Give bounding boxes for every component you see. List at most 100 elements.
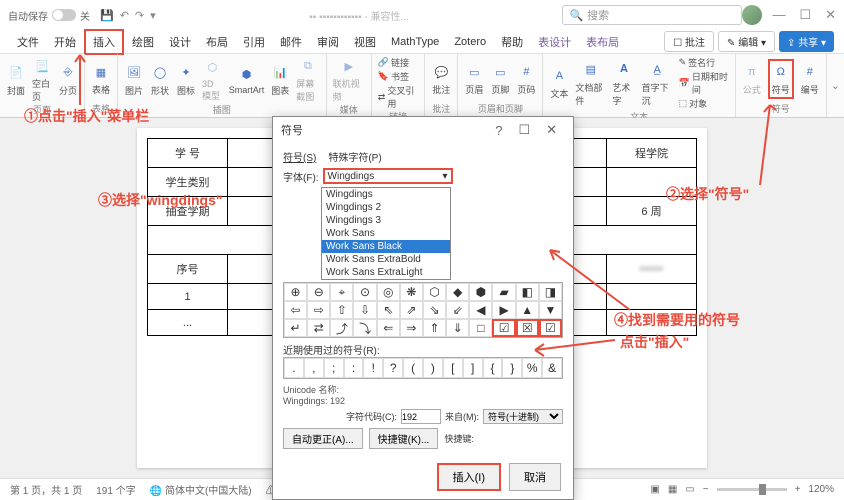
pictures-button[interactable]: 🖼图片 bbox=[124, 63, 144, 97]
font-option[interactable]: Wingdings 3 bbox=[322, 214, 450, 227]
menu-layout[interactable]: 布局 bbox=[199, 31, 235, 53]
recent-symbol[interactable]: ? bbox=[383, 358, 403, 378]
font-option[interactable]: Work Sans bbox=[322, 227, 450, 240]
shapes-button[interactable]: ◯形状 bbox=[150, 63, 170, 97]
symbol-cell[interactable]: ↵ bbox=[284, 319, 307, 337]
symbol-cell[interactable]: ⇩ bbox=[353, 301, 376, 319]
avatar[interactable] bbox=[742, 5, 762, 25]
symbol-cell[interactable]: ◎ bbox=[377, 283, 400, 301]
from-select[interactable]: 符号(十进制) bbox=[483, 409, 563, 424]
tab-special[interactable]: 特殊字符(P) bbox=[328, 149, 381, 164]
menu-view[interactable]: 视图 bbox=[347, 31, 383, 53]
page-count[interactable]: 第 1 页，共 1 页 bbox=[10, 482, 82, 497]
recent-symbol[interactable]: : bbox=[344, 358, 364, 378]
font-option[interactable]: Wingdings bbox=[322, 188, 450, 201]
symbol-cell[interactable]: ◀ bbox=[469, 301, 492, 319]
symbol-cell[interactable]: ⇨ bbox=[307, 301, 330, 319]
datetime-button[interactable]: 📅 日期和时间 bbox=[679, 70, 729, 96]
crossref-button[interactable]: ⇄ 交叉引用 bbox=[378, 84, 419, 110]
symbol-cell[interactable]: ⬢ bbox=[469, 283, 492, 301]
menu-mailings[interactable]: 邮件 bbox=[273, 31, 309, 53]
recent-symbol[interactable]: & bbox=[542, 358, 562, 378]
menu-tablelayout[interactable]: 表布局 bbox=[579, 31, 626, 53]
comments-button[interactable]: ☐ 批注 bbox=[664, 31, 714, 52]
zoom-in-icon[interactable]: + bbox=[795, 484, 801, 495]
minimize-icon[interactable]: — bbox=[772, 7, 785, 23]
recent-symbol[interactable]: ; bbox=[324, 358, 344, 378]
recent-symbol[interactable]: ] bbox=[463, 358, 483, 378]
symbol-cell[interactable]: ⇓ bbox=[446, 319, 469, 337]
comment-button[interactable]: 💬批注 bbox=[431, 62, 451, 96]
symbol-cell[interactable]: ⇦ bbox=[284, 301, 307, 319]
font-option[interactable]: Wingdings 2 bbox=[322, 201, 450, 214]
symbol-cell[interactable]: ⤵ bbox=[353, 319, 376, 337]
menu-mathtype[interactable]: MathType bbox=[384, 33, 446, 51]
zoom-slider[interactable] bbox=[717, 488, 787, 491]
symbol-cell[interactable]: ▶ bbox=[492, 301, 515, 319]
close-dialog-icon[interactable]: ✕ bbox=[538, 122, 565, 138]
shortcutkey-button[interactable]: 快捷键(K)... bbox=[369, 428, 439, 449]
number-button[interactable]: #编号 bbox=[800, 62, 820, 96]
zoom-out-icon[interactable]: − bbox=[703, 484, 709, 495]
symbol-cell-check[interactable]: ☑ bbox=[492, 319, 515, 337]
symbol-cell[interactable]: ⇧ bbox=[330, 301, 353, 319]
symbol-cell[interactable]: ⇘ bbox=[423, 301, 446, 319]
symbol-cell[interactable]: ⌖ bbox=[330, 283, 353, 301]
symbol-cell[interactable]: ▰ bbox=[492, 283, 515, 301]
menu-insert[interactable]: 插入 bbox=[84, 29, 124, 55]
equation-button[interactable]: π公式 bbox=[742, 62, 762, 96]
zoom-level[interactable]: 120% bbox=[808, 484, 834, 495]
redo-icon[interactable]: ↷ bbox=[135, 9, 144, 22]
search-box[interactable]: 🔍 搜索 bbox=[562, 5, 742, 25]
menu-review[interactable]: 审阅 bbox=[310, 31, 346, 53]
close-icon[interactable]: ✕ bbox=[825, 7, 836, 23]
maximize-icon[interactable]: ☐ bbox=[799, 7, 811, 23]
autocorrect-button[interactable]: 自动更正(A)... bbox=[283, 428, 363, 449]
symbol-cell[interactable]: ⇖ bbox=[377, 301, 400, 319]
link-button[interactable]: 🔗 链接 bbox=[378, 56, 419, 69]
smartart-button[interactable]: ⬢SmartArt bbox=[229, 64, 265, 95]
editing-button[interactable]: ✎ 编辑 ▾ bbox=[718, 31, 775, 52]
symbol-cell[interactable]: ⬡ bbox=[423, 283, 446, 301]
symbol-cell[interactable]: ⇒ bbox=[400, 319, 423, 337]
dropcap-button[interactable]: A̲首字下沉 bbox=[642, 60, 673, 107]
recent-symbol[interactable]: % bbox=[522, 358, 542, 378]
font-option[interactable]: Work Sans ExtraBold bbox=[322, 253, 450, 266]
recent-symbol[interactable]: ) bbox=[423, 358, 443, 378]
pagenum-button[interactable]: #页码 bbox=[516, 62, 536, 96]
menu-draw[interactable]: 绘图 bbox=[125, 31, 161, 53]
symbol-cell[interactable]: □ bbox=[469, 319, 492, 337]
recent-symbol[interactable]: [ bbox=[443, 358, 463, 378]
menu-tabledesign[interactable]: 表设计 bbox=[531, 31, 578, 53]
symbol-cell[interactable]: ▲ bbox=[516, 301, 539, 319]
help-icon[interactable]: ? bbox=[487, 123, 510, 138]
textbox-button[interactable]: A文本 bbox=[549, 66, 569, 100]
recent-symbol[interactable]: , bbox=[304, 358, 324, 378]
view-web-icon[interactable]: ▭ bbox=[685, 484, 694, 495]
symbol-cell[interactable]: ⇗ bbox=[400, 301, 423, 319]
symbol-cell[interactable]: ⊖ bbox=[307, 283, 330, 301]
video-button[interactable]: ▶联机视频 bbox=[333, 56, 365, 103]
menu-help[interactable]: 帮助 bbox=[494, 31, 530, 53]
blank-page-button[interactable]: 📃空白页 bbox=[32, 56, 52, 103]
symbol-cell[interactable]: ◆ bbox=[446, 283, 469, 301]
font-option-selected[interactable]: Work Sans Black bbox=[322, 240, 450, 253]
view-focus-icon[interactable]: ▣ bbox=[650, 484, 659, 495]
menu-design[interactable]: 设计 bbox=[162, 31, 198, 53]
symbol-cell[interactable]: ⊙ bbox=[353, 283, 376, 301]
menu-references[interactable]: 引用 bbox=[236, 31, 272, 53]
3dmodel-button[interactable]: ⬡3D 模型 bbox=[202, 58, 223, 102]
recent-symbol[interactable]: ! bbox=[363, 358, 383, 378]
cancel-button[interactable]: 取消 bbox=[509, 463, 561, 491]
footer-button[interactable]: ▭页脚 bbox=[490, 62, 510, 96]
share-button[interactable]: ⇪ 共享 ▾ bbox=[779, 31, 834, 52]
wordart-button[interactable]: 𝐀艺术字 bbox=[612, 60, 635, 107]
save-icon[interactable]: 💾 bbox=[100, 9, 114, 22]
cover-page-button[interactable]: 📄封面 bbox=[6, 63, 26, 97]
menu-zotero[interactable]: Zotero bbox=[447, 33, 493, 51]
object-button[interactable]: ⬚ 对象 bbox=[679, 97, 729, 110]
symbol-cell[interactable]: ⇙ bbox=[446, 301, 469, 319]
recent-symbol[interactable]: } bbox=[502, 358, 522, 378]
symbol-cell[interactable]: ◧ bbox=[516, 283, 539, 301]
menu-file[interactable]: 文件 bbox=[10, 31, 46, 53]
